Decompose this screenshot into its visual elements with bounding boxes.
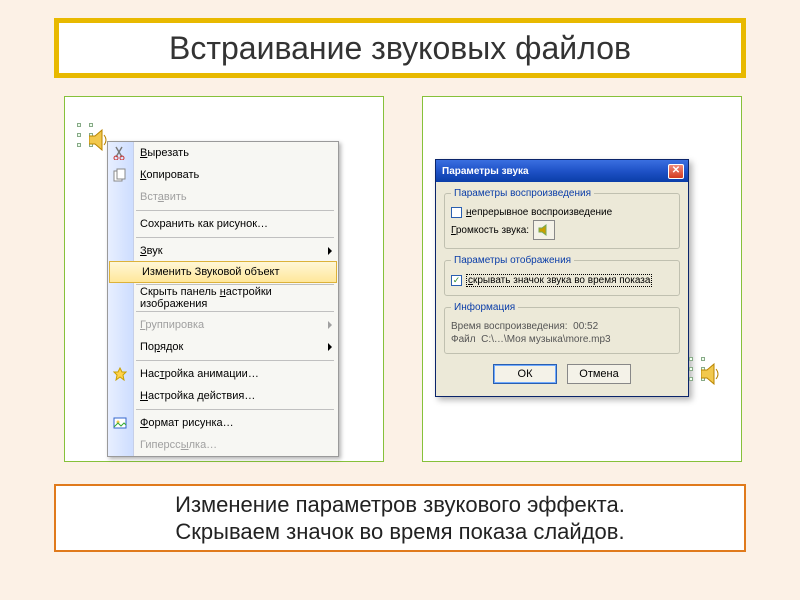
menu-paste: Вставить xyxy=(108,186,338,208)
separator xyxy=(136,284,334,285)
file-path: C:\…\Моя музыка\more.mp3 xyxy=(481,334,610,345)
menu-action-settings[interactable]: Настройка действия… xyxy=(108,385,338,407)
hide-icon-checkbox[interactable]: ✓ xyxy=(451,275,462,286)
group-playback-legend: Параметры воспроизведения xyxy=(451,188,594,199)
copy-icon xyxy=(111,166,129,184)
separator xyxy=(136,409,334,410)
page-title-box: Встраивание звуковых файлов xyxy=(54,18,746,78)
group-display-legend: Параметры отображения xyxy=(451,255,574,266)
close-button[interactable]: ✕ xyxy=(668,164,684,179)
duration-label: Время воспроизведения: xyxy=(451,321,568,332)
duration-value: 00:52 xyxy=(573,321,598,332)
speaker-icon xyxy=(701,363,723,385)
file-label: Файл xyxy=(451,334,476,345)
menu-grouping: Группировка xyxy=(108,314,338,336)
menu-hide-image-toolbar[interactable]: Скрыть панель настройки изображения xyxy=(108,287,338,309)
context-menu: Вырезать Копировать Вставить Сохранить к… xyxy=(107,141,339,457)
volume-button[interactable] xyxy=(533,220,555,240)
menu-save-as-picture[interactable]: Сохранить как рисунок… xyxy=(108,213,338,235)
caption-line-2: Скрываем значок во время показа слайдов. xyxy=(175,518,624,546)
ok-button[interactable]: ОК xyxy=(493,364,557,384)
separator xyxy=(136,210,334,211)
loop-checkbox[interactable] xyxy=(451,207,462,218)
group-info-legend: Информация xyxy=(451,302,518,313)
right-panel: Параметры звука ✕ Параметры воспроизведе… xyxy=(422,96,742,462)
menu-copy[interactable]: Копировать xyxy=(108,164,338,186)
separator xyxy=(136,360,334,361)
speaker-object-result[interactable] xyxy=(689,355,727,393)
cancel-button[interactable]: Отмена xyxy=(567,364,631,384)
menu-sound[interactable]: Звук xyxy=(108,240,338,262)
caption-box: Изменение параметров звукового эффекта. … xyxy=(54,484,746,552)
group-playback: Параметры воспроизведения непрерывное во… xyxy=(444,188,680,249)
cut-icon xyxy=(111,144,129,162)
menu-custom-animation[interactable]: Настройка анимации… xyxy=(108,363,338,385)
picture-icon xyxy=(111,414,129,432)
left-panel: Вырезать Копировать Вставить Сохранить к… xyxy=(64,96,384,462)
caption-line-1: Изменение параметров звукового эффекта. xyxy=(175,491,625,519)
menu-order[interactable]: Порядок xyxy=(108,336,338,358)
chevron-right-icon xyxy=(328,343,332,351)
chevron-right-icon xyxy=(328,247,332,255)
dialog-title-text: Параметры звука xyxy=(442,166,529,177)
dialog-titlebar[interactable]: Параметры звука ✕ xyxy=(436,160,688,182)
menu-hyperlink: Гиперссылка… xyxy=(108,434,338,456)
menu-format-picture[interactable]: Формат рисунка… xyxy=(108,412,338,434)
separator xyxy=(136,311,334,312)
menu-edit-sound-object[interactable]: Изменить Звуковой объект xyxy=(109,261,337,283)
group-display: Параметры отображения ✓ скрывать значок … xyxy=(444,255,680,296)
sound-options-dialog: Параметры звука ✕ Параметры воспроизведе… xyxy=(435,159,689,397)
close-icon: ✕ xyxy=(672,166,680,176)
chevron-right-icon xyxy=(328,321,332,329)
page-title: Встраивание звуковых файлов xyxy=(169,30,631,67)
volume-icon xyxy=(538,224,550,236)
separator xyxy=(136,237,334,238)
menu-cut[interactable]: Вырезать xyxy=(108,142,338,164)
animation-icon xyxy=(111,365,129,383)
group-info: Информация Время воспроизведения: 00:52 … xyxy=(444,302,680,354)
